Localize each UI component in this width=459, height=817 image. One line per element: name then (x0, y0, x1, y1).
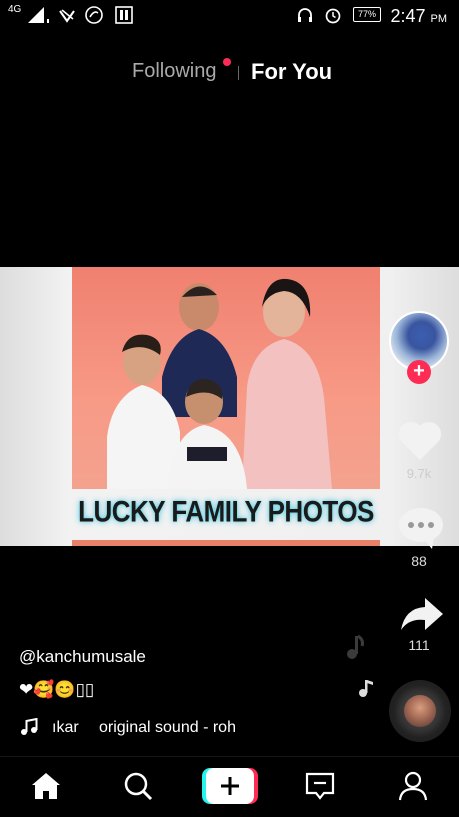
share-icon[interactable] (399, 596, 445, 632)
wifi-off-icon (59, 9, 75, 23)
share-count: 111 (408, 637, 430, 653)
sound-name[interactable]: original sound - roh (99, 719, 236, 737)
video-overlay-text: LUCKY FAMILY PHOTOS (78, 493, 374, 529)
video-next-frame-strip (72, 540, 380, 546)
tab-divider (238, 66, 239, 80)
signal-icon (28, 7, 49, 23)
status-bar: 4G 77% 2:47 PM (0, 0, 459, 32)
sound-owner[interactable]: ıkar (52, 719, 79, 737)
follow-button[interactable]: + (407, 360, 431, 384)
headset-icon (298, 8, 312, 22)
floating-music-note-icon (347, 634, 364, 659)
create-video-button[interactable] (202, 768, 258, 804)
new-content-dot (223, 58, 231, 66)
profile-icon[interactable] (396, 769, 430, 803)
inbox-icon[interactable] (303, 769, 337, 803)
tab-following[interactable]: Following (132, 60, 216, 83)
clock: 2:47 PM (390, 6, 447, 26)
music-disc-cover (404, 695, 436, 727)
username[interactable]: @kanchumusale (19, 647, 146, 667)
battery-indicator: 77% (353, 7, 381, 22)
floating-music-note-small-icon (359, 680, 373, 697)
search-icon[interactable] (121, 769, 155, 803)
tab-for-you[interactable]: For You (251, 59, 332, 85)
comment-count: 88 (411, 553, 427, 569)
network-type: 4G (8, 4, 22, 15)
post-description: ❤🥰😊▯▯ (19, 680, 95, 699)
gallery-notification-icon (115, 6, 133, 24)
music-note-icon (21, 718, 38, 735)
like-icon[interactable] (397, 418, 443, 462)
app-notification-icon (85, 6, 103, 24)
comment-icon[interactable] (398, 507, 444, 549)
video-family-photo (72, 267, 380, 489)
home-icon[interactable] (29, 769, 63, 803)
family-photo-illustration (107, 278, 332, 489)
like-count: 9.7k (406, 466, 432, 481)
alarm-icon (325, 8, 341, 24)
